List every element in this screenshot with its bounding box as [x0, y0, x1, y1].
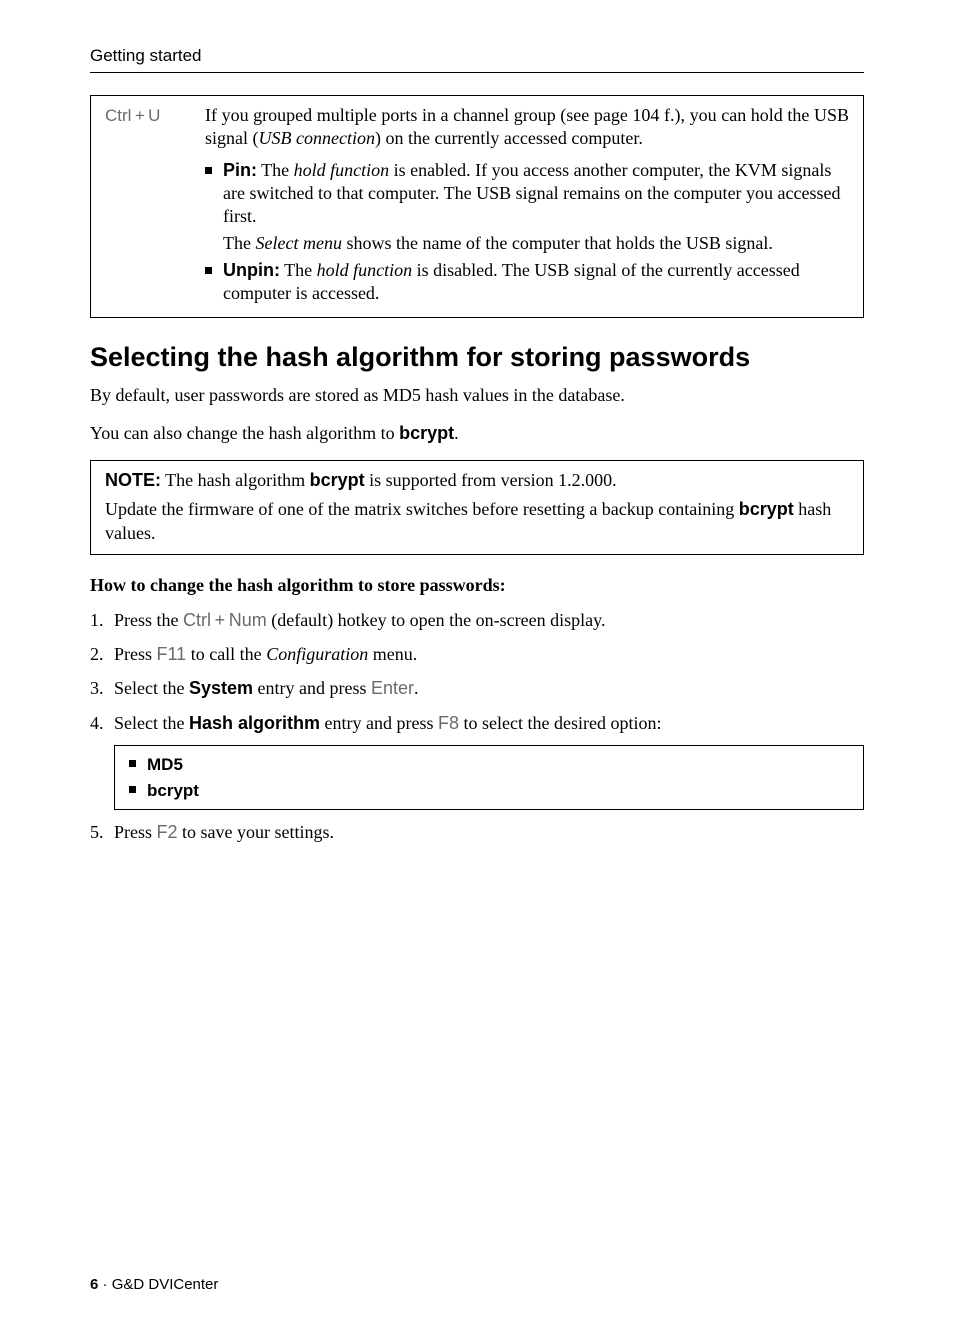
step-5: Press F2 to save your settings.	[90, 820, 864, 844]
text: The	[223, 233, 255, 253]
footer-title: G&D DVICenter	[112, 1276, 219, 1293]
option-md5: MD5	[129, 752, 849, 778]
key-enter: Enter	[371, 678, 414, 698]
text: Select the	[114, 713, 189, 733]
italic: hold function	[294, 160, 390, 180]
text: The	[280, 260, 317, 280]
hash-algorithm-entry: Hash algorithm	[189, 713, 320, 733]
text: .	[414, 678, 419, 698]
options-box: MD5 bcrypt	[114, 745, 864, 810]
text: You can also change the hash algorithm t…	[90, 423, 399, 443]
text: The hash algorithm	[161, 470, 310, 490]
italic: Select menu	[255, 233, 341, 253]
bcrypt-term: bcrypt	[399, 423, 454, 443]
step-1: Press the Ctrl + Num (default) hotkey to…	[90, 608, 864, 632]
italic: hold function	[317, 260, 413, 280]
system-entry: System	[189, 678, 253, 698]
bcrypt-term: bcrypt	[739, 499, 794, 519]
text: shows the name of the computer that hold…	[342, 233, 773, 253]
footer-sep: ·	[98, 1276, 111, 1293]
text: Press	[114, 644, 157, 664]
text: ) on the currently accessed computer.	[375, 128, 643, 148]
hotkey-label: Ctrl + U	[105, 104, 205, 126]
text: entry and press	[320, 713, 438, 733]
hotkey-intro: If you grouped multiple ports in a chann…	[205, 104, 849, 151]
text: menu.	[368, 644, 417, 664]
procedure-heading: How to change the hash algorithm to stor…	[90, 575, 864, 596]
key-ctrl-num: Ctrl + Num	[183, 610, 267, 630]
text: (default) hotkey to open the on-screen d…	[267, 610, 606, 630]
body-para-2: You can also change the hash algorithm t…	[90, 421, 864, 445]
italic: USB connection	[259, 128, 375, 148]
italic: Configuration	[266, 644, 368, 664]
body-para-1: By default, user passwords are stored as…	[90, 383, 864, 407]
running-head: Getting started	[90, 46, 864, 73]
step-3: Select the System entry and press Enter.	[90, 676, 864, 700]
text: Update the firmware of one of the matrix…	[105, 499, 739, 519]
unpin-label: Unpin:	[223, 260, 280, 280]
hotkey-box: Ctrl + U If you grouped multiple ports i…	[90, 95, 864, 318]
text: to call the	[186, 644, 266, 664]
note-label: NOTE:	[105, 470, 161, 490]
section-heading: Selecting the hash algorithm for storing…	[90, 342, 864, 373]
text: The	[257, 160, 294, 180]
step-2: Press F11 to call the Configuration menu…	[90, 642, 864, 666]
text: entry and press	[253, 678, 371, 698]
text: Press	[114, 822, 157, 842]
text: Press the	[114, 610, 183, 630]
key-f11: F11	[157, 644, 187, 664]
unpin-bullet: Unpin: The hold function is disabled. Th…	[205, 259, 849, 305]
text: is supported from version 1.2.000.	[365, 470, 617, 490]
key-f2: F2	[157, 822, 178, 842]
pin-label: Pin:	[223, 160, 257, 180]
text: .	[454, 423, 459, 443]
step-4: Select the Hash algorithm entry and pres…	[90, 711, 864, 735]
bcrypt-term: bcrypt	[310, 470, 365, 490]
option-bcrypt: bcrypt	[129, 778, 849, 804]
note-box: NOTE: The hash algorithm bcrypt is suppo…	[90, 460, 864, 555]
pin-sub: The Select menu shows the name of the co…	[223, 232, 849, 255]
key-f8: F8	[438, 713, 459, 733]
text: Select the	[114, 678, 189, 698]
text: to select the desired option:	[459, 713, 661, 733]
text: to save your settings.	[178, 822, 334, 842]
page-footer: 6 · G&D DVICenter	[90, 1276, 218, 1293]
pin-bullet: Pin: The hold function is enabled. If yo…	[205, 159, 849, 255]
